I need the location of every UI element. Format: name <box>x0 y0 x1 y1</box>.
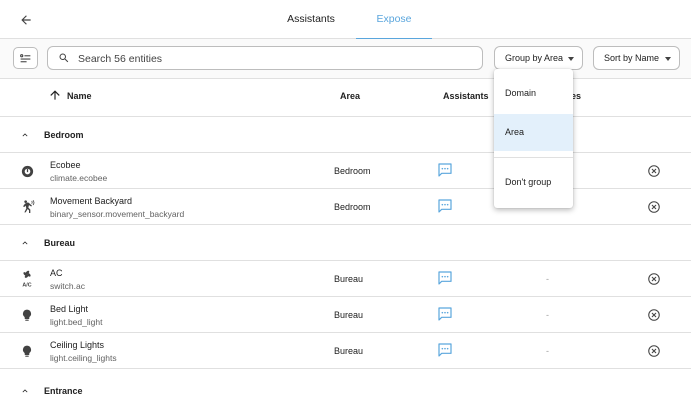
menu-item-area[interactable]: Area <box>494 114 573 151</box>
table-row[interactable]: Ceiling Lights light.ceiling_lights Bure… <box>0 333 691 369</box>
group-by-button[interactable]: Group by Area <box>494 46 583 70</box>
entity-name: Movement Backyard <box>50 196 133 206</box>
group-header-bedroom[interactable]: Bedroom <box>0 117 691 153</box>
table-header: Name Area Assistants es <box>0 79 691 117</box>
group-header-entrance[interactable]: Entrance <box>0 369 691 405</box>
search-box[interactable] <box>47 46 483 70</box>
tab-assistants[interactable]: Assistants <box>270 0 352 39</box>
back-button[interactable] <box>14 8 38 32</box>
caret-down-icon <box>568 57 574 61</box>
table-row[interactable]: Movement Backyard binary_sensor.movement… <box>0 189 691 225</box>
motion-sensor-icon <box>17 197 37 217</box>
menu-item-domain[interactable]: Domain <box>494 75 573 112</box>
entity-area: Bureau <box>334 310 364 320</box>
chevron-up-icon <box>22 389 28 393</box>
close-circle-icon[interactable] <box>647 308 661 322</box>
column-header-assistants: Assistants <box>443 91 489 101</box>
entity-id: binary_sensor.movement_backyard <box>50 209 185 219</box>
entity-id: switch.ac <box>50 281 85 291</box>
close-circle-icon[interactable] <box>647 200 661 214</box>
svg-text:A/C: A/C <box>22 282 31 288</box>
filter-button[interactable] <box>13 47 38 69</box>
group-by-label: Group by Area <box>505 53 564 63</box>
entity-area: Bedroom <box>334 166 371 176</box>
entity-name: Ceiling Lights <box>50 340 105 350</box>
filter-list-icon <box>20 53 31 62</box>
entity-area: Bureau <box>334 274 364 284</box>
caret-down-icon <box>665 57 671 61</box>
lightbulb-icon <box>17 341 37 361</box>
lightbulb-icon <box>17 305 37 325</box>
entity-id: light.ceiling_lights <box>50 353 117 363</box>
arrow-up-icon[interactable] <box>48 88 62 102</box>
entity-aliases: - <box>546 346 549 356</box>
close-circle-icon[interactable] <box>647 272 661 286</box>
column-header-name[interactable]: Name <box>67 91 92 101</box>
table-row[interactable]: Ecobee climate.ecobee Bedroom <box>0 153 691 189</box>
entity-aliases: - <box>546 310 549 320</box>
chevron-up-icon <box>22 133 28 137</box>
sort-by-button[interactable]: Sort by Name <box>593 46 680 70</box>
entity-name: Ecobee <box>50 160 81 170</box>
tab-expose[interactable]: Expose <box>356 0 432 40</box>
assistant-chat-icon[interactable] <box>437 198 453 214</box>
close-circle-icon[interactable] <box>647 344 661 358</box>
group-label: Bedroom <box>44 130 84 140</box>
search-icon <box>59 53 69 63</box>
close-circle-icon[interactable] <box>647 164 661 178</box>
entity-area: Bureau <box>334 346 364 356</box>
column-header-area[interactable]: Area <box>340 91 360 101</box>
top-bar: Assistants Expose <box>0 0 691 40</box>
air-conditioner-icon: A/C <box>17 269 37 289</box>
entity-name: Bed Light <box>50 304 89 314</box>
search-input[interactable] <box>78 50 473 67</box>
entity-id: light.bed_light <box>50 317 103 327</box>
group-label: Bureau <box>44 238 76 248</box>
entity-id: climate.ecobee <box>50 173 108 183</box>
group-header-bureau[interactable]: Bureau <box>0 225 691 261</box>
assistant-chat-icon[interactable] <box>437 306 453 322</box>
assistant-chat-icon[interactable] <box>437 162 453 178</box>
thermostat-icon <box>17 161 37 181</box>
sort-by-label: Sort by Name <box>604 53 660 63</box>
arrow-left-icon <box>21 15 31 25</box>
assistant-chat-icon[interactable] <box>437 342 453 358</box>
table-row[interactable]: A/C AC switch.ac Bureau - <box>0 261 691 297</box>
chevron-up-icon <box>22 241 28 245</box>
entity-area: Bedroom <box>334 202 371 212</box>
assistant-chat-icon[interactable] <box>437 270 453 286</box>
menu-divider <box>494 157 573 158</box>
menu-item-dont-group[interactable]: Don't group <box>494 164 573 201</box>
group-label: Entrance <box>44 386 83 396</box>
entity-name: AC <box>50 268 63 278</box>
table-row[interactable]: Bed Light light.bed_light Bureau - <box>0 297 691 333</box>
entity-aliases: - <box>546 274 549 284</box>
group-by-menu: Domain Area Don't group <box>494 69 573 208</box>
